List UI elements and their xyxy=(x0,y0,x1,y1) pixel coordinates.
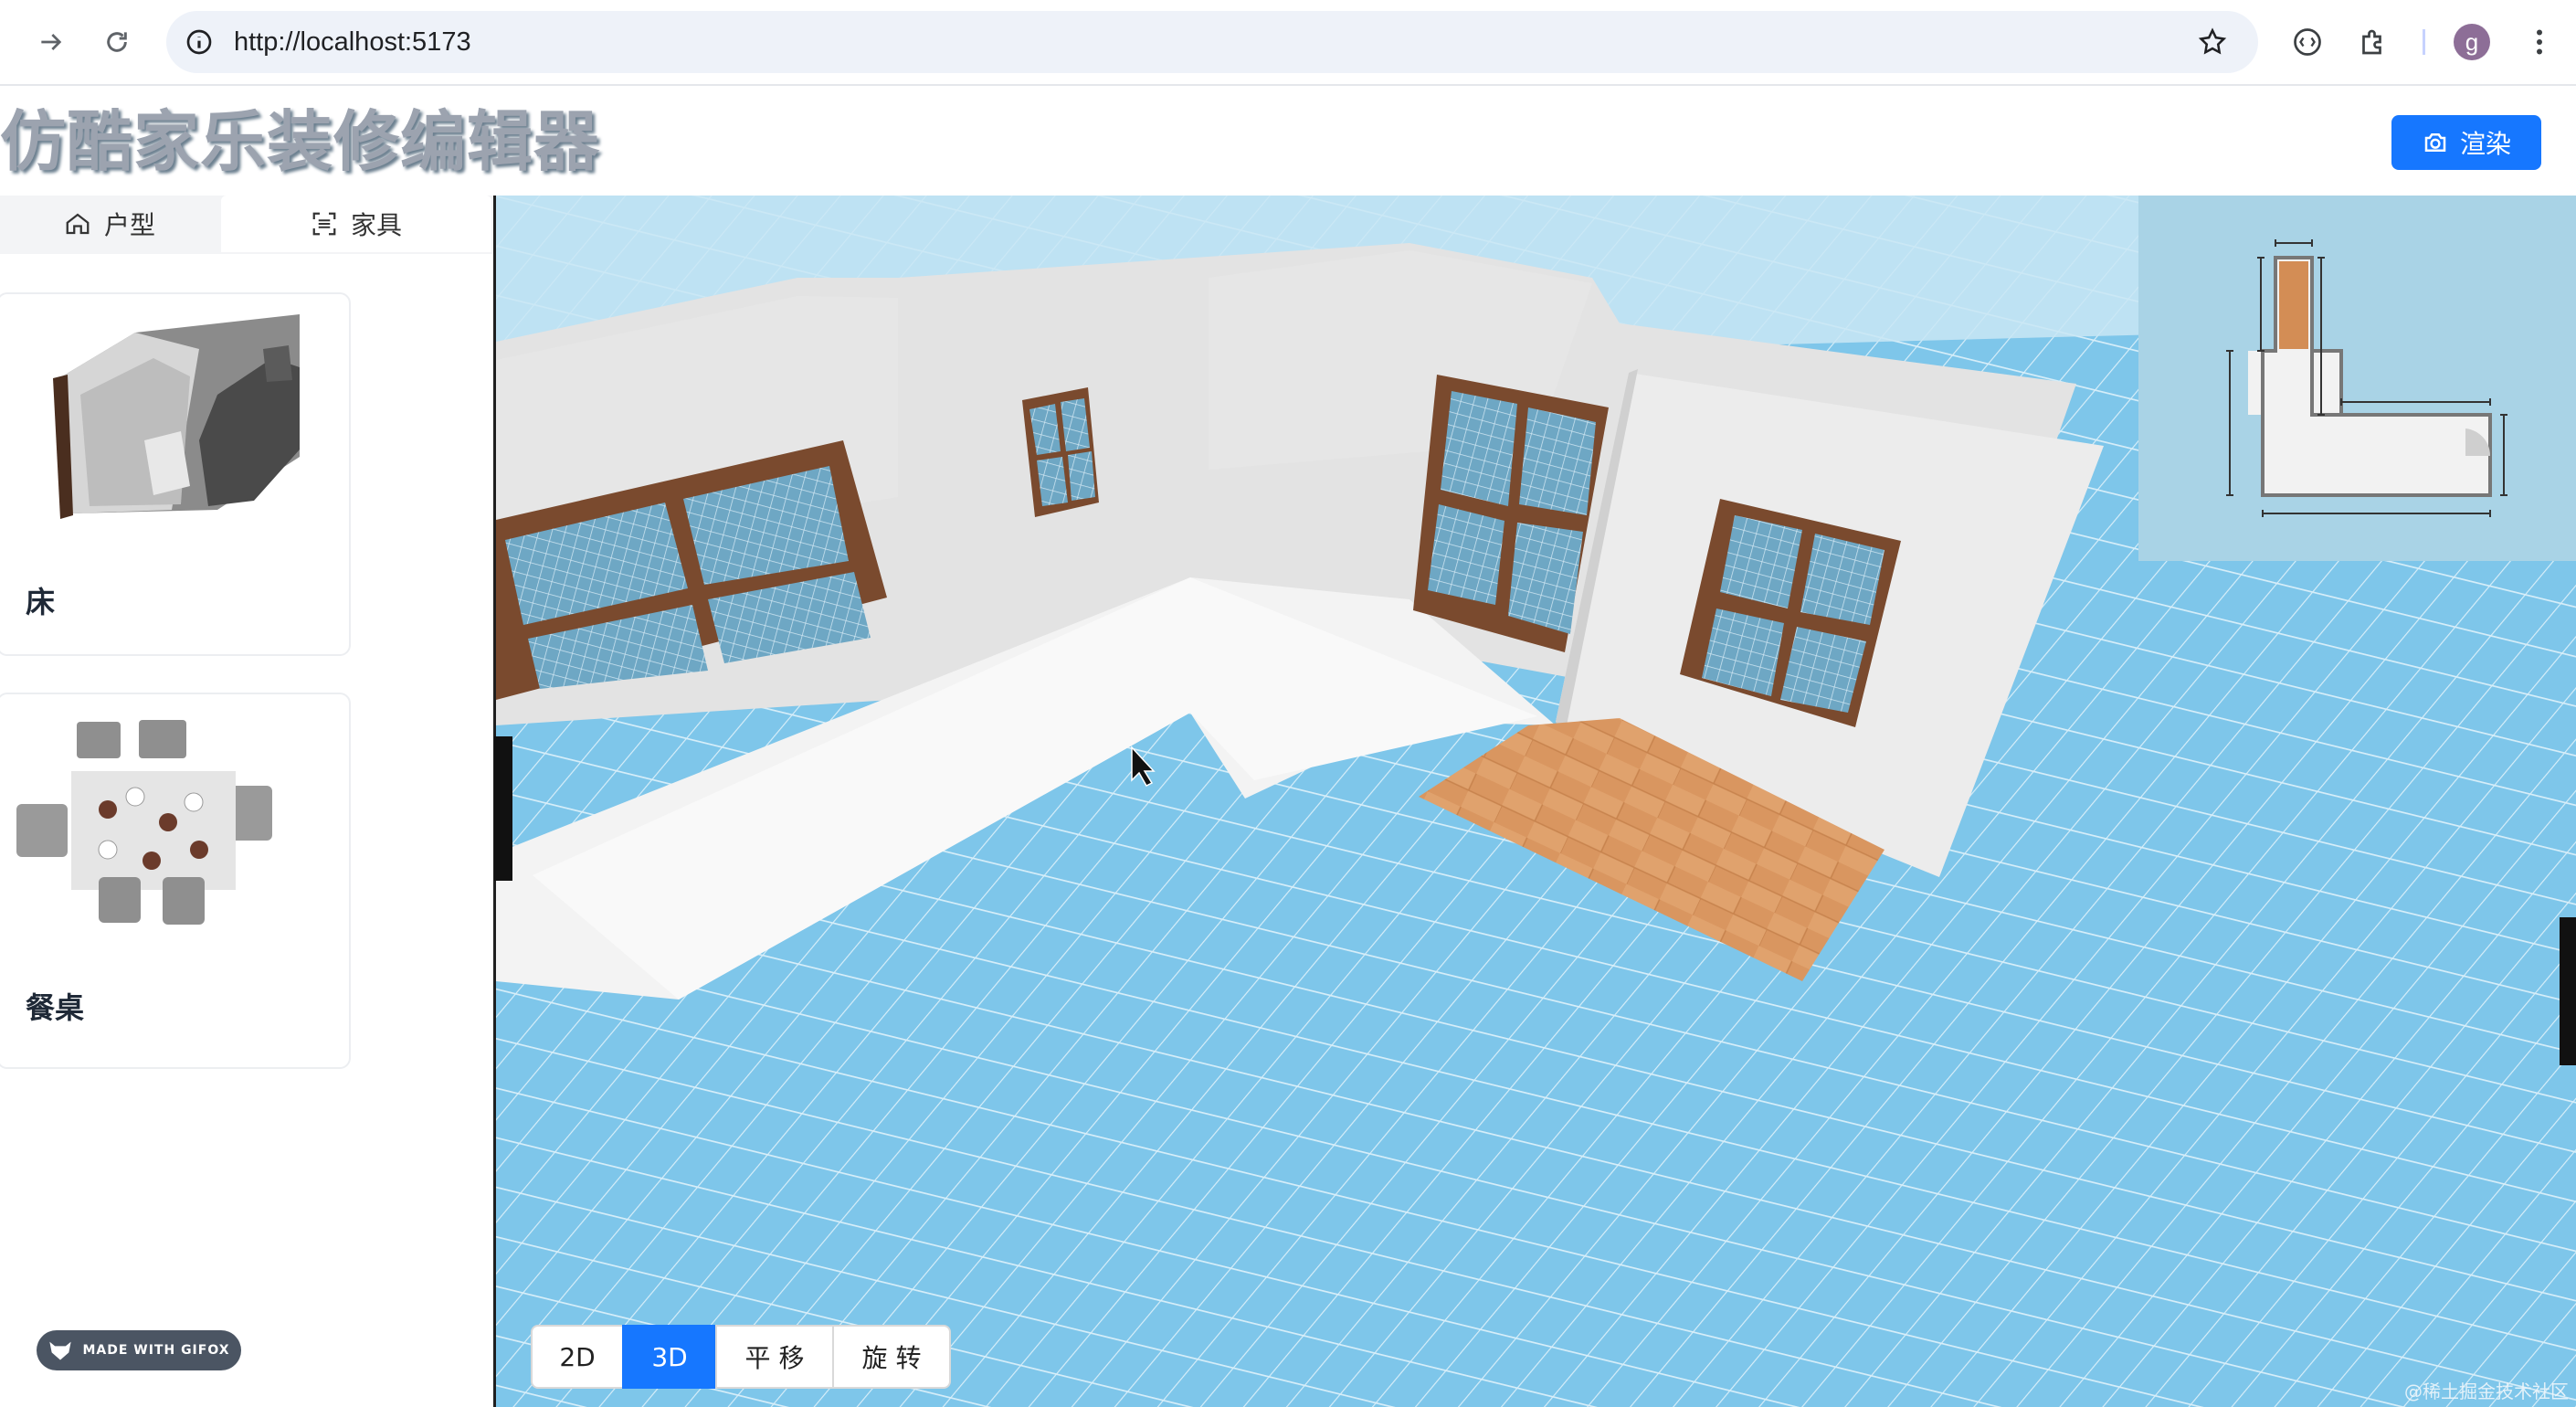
tab-floorplan-label: 户型 xyxy=(103,210,155,240)
furniture-card-bed[interactable]: 床 xyxy=(0,292,351,656)
tab-furniture[interactable]: 家具 xyxy=(221,196,491,252)
url-text[interactable]: http://localhost:5173 xyxy=(234,24,471,60)
tab-floorplan[interactable]: 户型 xyxy=(0,196,219,252)
bed-thumbnail xyxy=(53,314,300,519)
mode-2d-button[interactable]: 2D xyxy=(531,1325,624,1389)
right-panel-resize-handle[interactable] xyxy=(2560,917,2576,1065)
mode-3d-button[interactable]: 3D xyxy=(622,1325,717,1389)
forward-icon xyxy=(41,34,62,50)
extensions-icon[interactable] xyxy=(2348,16,2399,68)
rotate-button[interactable]: 旋 转 xyxy=(832,1325,951,1389)
address-bar[interactable]: http://localhost:5173 xyxy=(166,11,2258,73)
gifox-badge-label: MADE WITH GIFOX xyxy=(82,1343,230,1358)
browser-toolbar: http://localhost:5173 g xyxy=(0,0,2576,86)
dining-table-thumbnail xyxy=(16,720,272,925)
reload-button[interactable] xyxy=(91,16,143,68)
reload-icon xyxy=(107,32,127,52)
menu-icon[interactable] xyxy=(2514,16,2565,68)
furniture-label: 床 xyxy=(26,585,56,619)
view-mode-toolbar: 2D 3D 平 移 旋 转 xyxy=(531,1325,951,1389)
forward-button[interactable] xyxy=(26,16,77,68)
render-button-label: 渲染 xyxy=(2459,129,2511,159)
render-button[interactable]: 渲染 xyxy=(2391,115,2541,170)
floorplan-minimap-drawing xyxy=(2226,239,2507,517)
sidebar-tabs: 户型 家具 xyxy=(0,196,493,254)
toolbar-divider xyxy=(2423,29,2425,55)
info-icon[interactable] xyxy=(181,24,217,60)
scan-icon xyxy=(312,212,336,236)
bookmark-star-icon[interactable] xyxy=(2192,22,2233,62)
watermark: @稀土掘金技术社区 xyxy=(2404,1381,2569,1402)
pan-button[interactable]: 平 移 xyxy=(715,1325,834,1389)
app-title: 仿酷家乐装修编辑器 xyxy=(0,103,601,180)
floorplan-minimap[interactable] xyxy=(2138,196,2576,561)
tab-furniture-label: 家具 xyxy=(350,210,402,240)
furniture-card-dining-table[interactable]: 餐桌 xyxy=(0,693,351,1069)
gifox-badge: MADE WITH GIFOX xyxy=(37,1330,241,1370)
camera-icon xyxy=(2424,133,2446,152)
media-icon[interactable] xyxy=(2282,16,2333,68)
3d-viewport[interactable]: 2D 3D 平 移 旋 转 @稀土掘金技术社区 xyxy=(496,196,2576,1407)
profile-avatar[interactable]: g xyxy=(2454,24,2490,60)
left-sidebar: 户型 家具 床 餐桌 xyxy=(0,196,496,1407)
furniture-label: 餐桌 xyxy=(26,990,85,1025)
fox-icon xyxy=(49,1341,72,1360)
home-icon xyxy=(66,213,90,235)
sidebar-resize-handle[interactable] xyxy=(494,736,512,881)
